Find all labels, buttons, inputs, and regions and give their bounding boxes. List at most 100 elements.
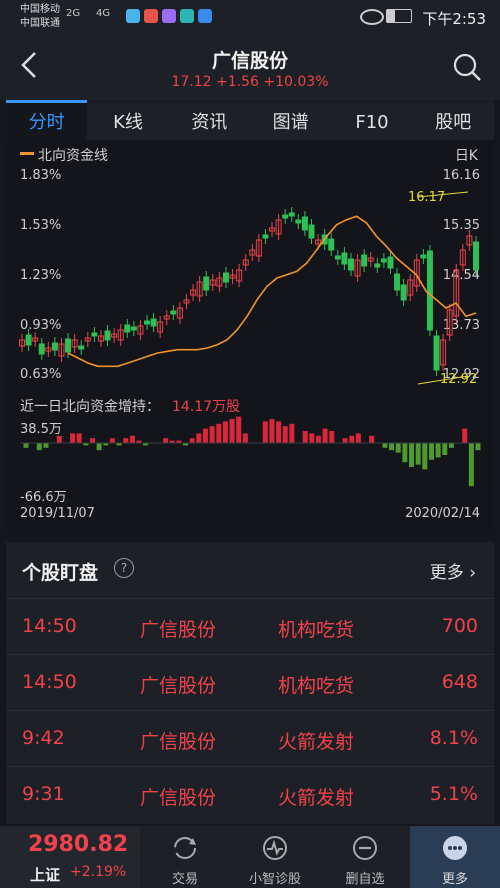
flow-bar xyxy=(163,438,169,443)
candle-body xyxy=(341,252,348,265)
flow-value: 14.17万股 xyxy=(172,399,241,415)
flow-bars xyxy=(23,416,481,487)
tab-intraday[interactable]: 分时 xyxy=(6,100,88,143)
candle-body xyxy=(400,284,407,301)
row-value: 700 xyxy=(441,615,478,637)
flow-bar xyxy=(76,433,82,443)
flow-min-label: -66.6万 xyxy=(20,490,67,505)
tab-kline[interactable]: K线 xyxy=(87,103,168,143)
candle-body xyxy=(374,263,381,268)
row-event: 火箭发射 xyxy=(278,787,355,809)
candle-body xyxy=(308,224,315,239)
candle-body xyxy=(38,343,45,355)
row-time: 14:50 xyxy=(22,671,77,693)
nav-trade[interactable]: 交易 xyxy=(140,826,230,888)
candle-body xyxy=(104,330,111,341)
row-name: 广信股份 xyxy=(140,731,217,753)
flow-bar xyxy=(315,435,321,443)
flow-bar xyxy=(36,443,42,451)
row-event: 机构吃货 xyxy=(278,619,355,641)
more-link[interactable]: 更多 › xyxy=(430,558,476,583)
date-start: 2019/11/07 xyxy=(20,506,95,521)
flow-bar xyxy=(229,419,235,443)
flow-bar xyxy=(309,433,315,443)
watch-row[interactable]: 14:50 广信股份 机构吃货 700 xyxy=(6,598,494,655)
nav-label: 交易 xyxy=(171,872,198,887)
candle-body xyxy=(328,238,335,251)
row-event: 火箭发射 xyxy=(278,731,355,753)
tab-f10[interactable]: F10 xyxy=(331,103,412,143)
date-end: 2020/02/14 xyxy=(405,506,480,521)
flow-bar xyxy=(202,428,208,443)
candle-body xyxy=(420,254,427,259)
index-widget[interactable]: 2980.82 上证 +2.19% xyxy=(0,826,140,888)
candle-body xyxy=(288,212,295,217)
candle-body xyxy=(387,256,394,269)
net-1: 2G xyxy=(66,8,81,19)
candle-body xyxy=(295,219,302,224)
nav-diagnose[interactable]: 小智诊股 xyxy=(230,826,320,888)
candle-body xyxy=(150,318,157,327)
stock-price: 17.12 xyxy=(171,74,212,90)
tab-graph[interactable]: 图谱 xyxy=(250,103,331,143)
candle-body xyxy=(130,326,137,331)
flow-bar xyxy=(329,431,335,443)
stock-change-pct: +10.03% xyxy=(263,74,329,90)
watch-row[interactable]: 9:42 广信股份 火箭发射 8.1% xyxy=(6,710,494,767)
tab-forum[interactable]: 股吧 xyxy=(413,103,494,143)
watch-row[interactable]: 14:50 广信股份 机构吃货 648 xyxy=(6,654,494,711)
candle-body xyxy=(426,250,433,331)
flow-bar xyxy=(289,423,295,443)
row-name: 广信股份 xyxy=(140,787,217,809)
flow-bar xyxy=(242,433,248,443)
flow-bar xyxy=(342,438,348,443)
flow-bar xyxy=(428,443,434,460)
flow-bar xyxy=(222,421,228,443)
flow-bar xyxy=(468,443,474,487)
tab-bar: 分时 K线 资讯 图谱 F10 股吧 xyxy=(6,100,494,143)
flow-bar xyxy=(96,443,102,451)
candle-body xyxy=(262,234,269,239)
help-icon[interactable]: ? xyxy=(114,558,134,578)
row-time: 9:42 xyxy=(22,727,65,749)
stock-watch-section: 个股盯盘 ? 更多 › 14:50 广信股份 机构吃货 700 14:50 广信… xyxy=(6,542,494,824)
battery-icon xyxy=(386,9,412,23)
eye-icon xyxy=(360,9,384,25)
row-value: 5.1% xyxy=(429,783,478,805)
flow-bar xyxy=(282,426,288,443)
chart-panel[interactable]: 北向资金线 日K 1.83% 1.53% 1.23% 0.93% 0.63% 1… xyxy=(6,140,494,534)
flow-bar xyxy=(462,428,468,443)
flow-bar xyxy=(369,435,375,443)
candle-body xyxy=(144,320,151,325)
flow-bar xyxy=(23,443,29,448)
candle-body xyxy=(282,214,289,219)
flow-bar xyxy=(269,419,275,443)
candle-body xyxy=(222,272,229,283)
flow-bar xyxy=(302,431,308,443)
carrier-2: 中国联通 xyxy=(20,18,60,29)
watch-row[interactable]: 9:31 广信股份 火箭发射 5.1% xyxy=(6,766,494,823)
candle-body xyxy=(124,324,131,333)
flow-bar xyxy=(216,423,222,443)
nav-more[interactable]: 更多 xyxy=(410,826,500,888)
candlesticks xyxy=(19,207,479,376)
flow-max-label: 38.5万 xyxy=(20,422,62,437)
flow-bar xyxy=(475,443,481,451)
flow-bar xyxy=(382,443,388,448)
row-value: 648 xyxy=(441,671,478,693)
candle-body xyxy=(334,255,341,260)
bottom-bar: 2980.82 上证 +2.19% 交易 小智诊股 删自选 更多 xyxy=(0,826,500,888)
row-time: 14:50 xyxy=(22,615,77,637)
nav-label: 小智诊股 xyxy=(248,872,301,887)
flow-bar xyxy=(402,443,408,463)
search-icon[interactable] xyxy=(452,52,482,86)
candle-body xyxy=(394,273,401,291)
nav-remove-watchlist[interactable]: 删自选 xyxy=(320,826,410,888)
net-2: 4G xyxy=(96,8,111,19)
candle-body xyxy=(347,258,354,271)
flow-bar xyxy=(189,438,195,443)
flow-bar xyxy=(236,416,242,443)
flow-bar xyxy=(389,443,395,451)
row-value: 8.1% xyxy=(429,727,478,749)
tab-news[interactable]: 资讯 xyxy=(169,103,250,143)
